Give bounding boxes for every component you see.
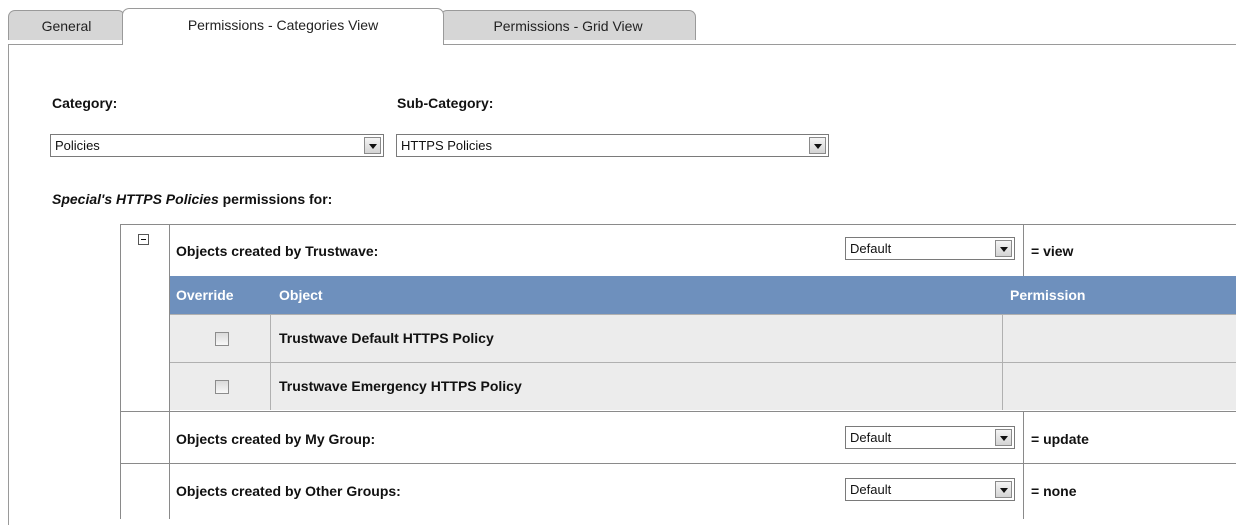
- group-mygroup-select-value: Default: [850, 430, 892, 445]
- objects-table-header: Override Object Permission: [170, 276, 1236, 314]
- table-row: Trustwave Default HTTPS Policy: [170, 314, 1236, 362]
- collapse-icon[interactable]: [138, 234, 149, 245]
- override-checkbox[interactable]: [215, 332, 229, 346]
- chevron-down-icon[interactable]: [364, 137, 381, 154]
- header-permission: Permission: [1010, 287, 1086, 303]
- category-select[interactable]: Policies: [50, 134, 384, 157]
- chevron-down-icon[interactable]: [809, 137, 826, 154]
- group-mygroup-select[interactable]: Default: [845, 426, 1015, 449]
- group-othergroups-result: = none: [1031, 483, 1077, 499]
- group-mygroup-result: = update: [1031, 431, 1089, 447]
- group-trustwave-label: Objects created by Trustwave:: [176, 243, 379, 259]
- header-override: Override: [176, 287, 234, 303]
- group-result-divider: [1023, 411, 1024, 519]
- subcategory-select-value: HTTPS Policies: [401, 138, 493, 153]
- category-label: Category:: [52, 95, 118, 111]
- col-divider-permission: [1002, 314, 1003, 410]
- group-othergroups-select[interactable]: Default: [845, 478, 1015, 501]
- permissions-table: Objects created by Trustwave: Default = …: [120, 224, 1236, 519]
- object-name: Trustwave Emergency HTTPS Policy: [279, 378, 522, 394]
- header-object: Object: [279, 287, 323, 303]
- group2-top-line: [120, 411, 1236, 412]
- group-othergroups-select-value: Default: [850, 482, 892, 497]
- group-trustwave-select[interactable]: Default: [845, 237, 1015, 260]
- table-border-left: [120, 224, 121, 519]
- permissions-subtitle: Special's HTTPS Policies permissions for…: [52, 191, 332, 207]
- table-border-top: [120, 224, 1236, 225]
- object-name: Trustwave Default HTTPS Policy: [279, 330, 494, 346]
- category-select-value: Policies: [55, 138, 100, 153]
- col-divider-override: [270, 314, 271, 410]
- subtitle-suffix: permissions for:: [218, 191, 333, 207]
- objects-table: Override Object Permission Trustwave Def…: [170, 276, 1236, 410]
- table-row: Trustwave Emergency HTTPS Policy: [170, 362, 1236, 410]
- group1-result-divider: [1023, 224, 1024, 276]
- subtitle-entity: Special's HTTPS Policies: [52, 191, 219, 207]
- chevron-down-icon[interactable]: [995, 429, 1012, 446]
- subcategory-label: Sub-Category:: [397, 95, 494, 111]
- group3-top-line: [120, 463, 1236, 464]
- group-trustwave-select-value: Default: [850, 241, 892, 256]
- group-othergroups-label: Objects created by Other Groups:: [176, 483, 401, 499]
- chevron-down-icon[interactable]: [995, 240, 1012, 257]
- group-mygroup-label: Objects created by My Group:: [176, 431, 376, 447]
- override-checkbox[interactable]: [215, 380, 229, 394]
- group-trustwave-result: = view: [1031, 243, 1074, 259]
- chevron-down-icon[interactable]: [995, 481, 1012, 498]
- subcategory-select[interactable]: HTTPS Policies: [396, 134, 829, 157]
